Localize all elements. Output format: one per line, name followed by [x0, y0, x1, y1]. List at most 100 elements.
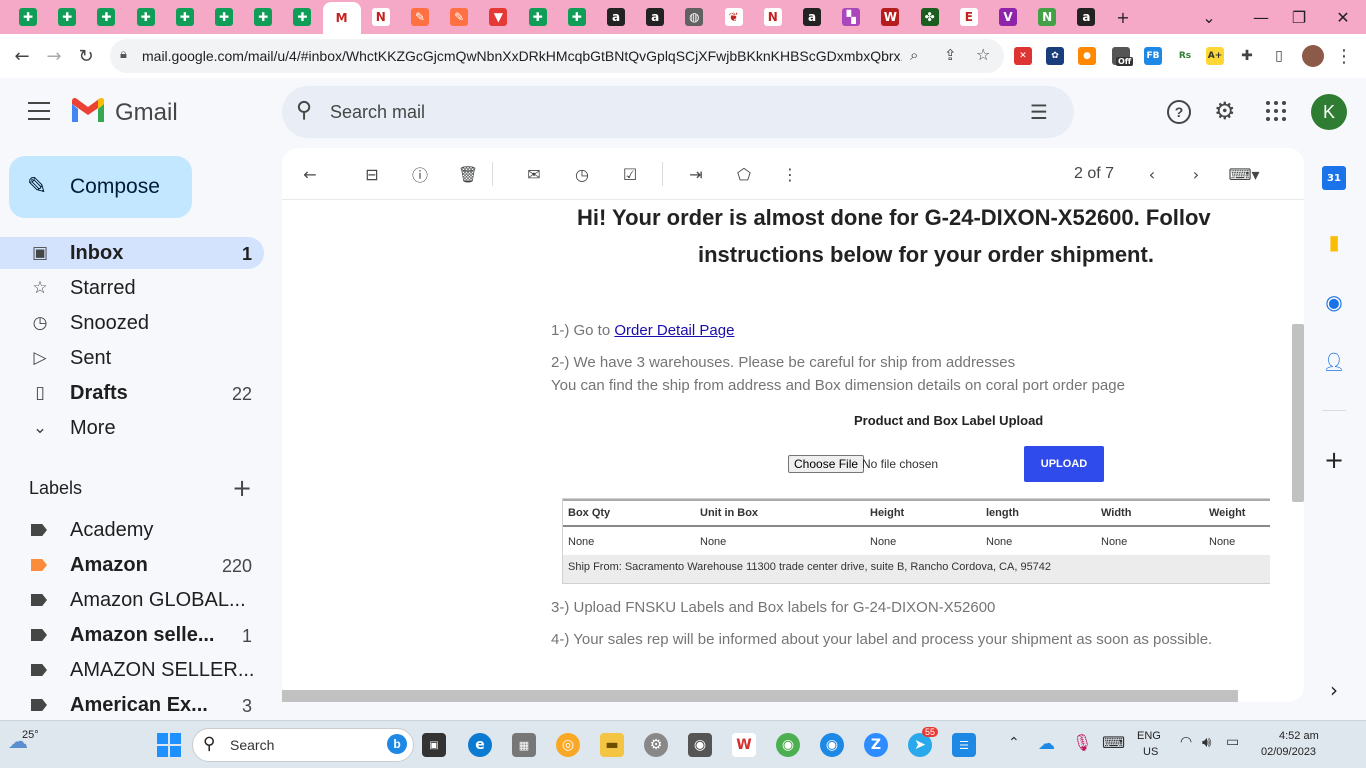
address-bar[interactable]: 🔒︎ mail.google.com/mail/u/4/#inbox/WhctK… [110, 39, 1004, 73]
browser-tab[interactable]: ✚ [519, 4, 557, 30]
browser-tab[interactable]: N [754, 4, 792, 30]
browser-tab[interactable]: ✚ [9, 4, 47, 30]
compose-button[interactable]: ✎ Compose [9, 156, 192, 218]
browser-tab[interactable]: ✚ [558, 4, 596, 30]
windows-start-icon[interactable] [157, 733, 181, 757]
app-icon[interactable]: ◎ [556, 733, 580, 757]
bookmark-star-icon[interactable]: ☆ [976, 45, 990, 64]
tab-search-chevron-icon[interactable]: ⌄ [1192, 4, 1226, 30]
browser-tab[interactable]: ▚ [832, 4, 870, 30]
reload-icon[interactable]: ↻ [74, 44, 98, 68]
extension-icon[interactable]: ✕ [1014, 47, 1032, 65]
nav-item-drafts[interactable]: ▯ Drafts 22 [0, 377, 264, 409]
battery-icon[interactable]: ▭ [1226, 734, 1239, 750]
browser-tab[interactable]: E [950, 4, 988, 30]
browser-tab[interactable]: a [636, 4, 674, 30]
browser-tab[interactable]: N [1028, 4, 1066, 30]
report-spam-icon[interactable]: ⓘ [408, 162, 432, 186]
search-bar[interactable]: ⚲ Search mail ☰ [282, 86, 1074, 138]
wps-office-icon[interactable]: W [732, 733, 756, 757]
browser-tab[interactable]: V [989, 4, 1027, 30]
label-item[interactable]: Amazon selle... 1 [0, 619, 264, 651]
nav-item-inbox[interactable]: ▣ Inbox 1 [0, 237, 264, 269]
google-calendar-icon[interactable]: 31 [1322, 166, 1346, 190]
share-icon[interactable]: ⇪ [944, 46, 957, 64]
extension-icon[interactable]: ● [1078, 47, 1096, 65]
label-tag-icon[interactable]: ⬠ [732, 162, 756, 186]
clock-time[interactable]: 4:52 am [1279, 730, 1319, 742]
extension-icon[interactable]: Rs [1176, 47, 1194, 65]
order-detail-link[interactable]: Order Detail Page [614, 322, 734, 339]
browser-tab[interactable]: ✚ [244, 4, 282, 30]
vertical-scrollbar[interactable] [1292, 324, 1304, 502]
browser-tab[interactable]: ◍ [675, 4, 713, 30]
minimize-icon[interactable]: — [1244, 4, 1278, 30]
account-avatar[interactable]: K [1311, 94, 1347, 130]
settings-gear-icon[interactable]: ⚙ [1214, 97, 1236, 125]
browser-tab[interactable]: W [871, 4, 909, 30]
url-text[interactable]: mail.google.com/mail/u/4/#inbox/WhctKKZG… [142, 48, 902, 64]
extension-icon[interactable]: Off [1112, 47, 1134, 66]
nav-item-snoozed[interactable]: ◷ Snoozed [0, 307, 264, 339]
browser-tab[interactable]: M [322, 2, 361, 34]
help-icon[interactable]: ? [1167, 100, 1191, 124]
apps-grid-icon[interactable] [1266, 101, 1286, 121]
back-to-inbox-icon[interactable]: ← [298, 162, 322, 186]
extensions-puzzle-icon[interactable]: ✚ [1238, 47, 1256, 65]
browser-tab[interactable]: ❦ [715, 4, 753, 30]
delete-trash-icon[interactable]: 🗑︎ [456, 162, 480, 186]
extension-icon[interactable]: ✿ [1046, 47, 1064, 65]
file-explorer-icon[interactable]: ▬ [600, 733, 624, 757]
bing-icon[interactable]: b [387, 734, 407, 754]
browser-tab[interactable]: a [597, 4, 635, 30]
main-menu-icon[interactable] [28, 102, 50, 120]
wifi-icon[interactable]: ◠ [1180, 734, 1192, 750]
microphone-icon[interactable]: 🎙︎ [1072, 733, 1092, 752]
chrome-profile-icon[interactable]: ◉ [820, 733, 844, 757]
profile-avatar[interactable] [1302, 45, 1324, 67]
browser-tab[interactable]: ✚ [166, 4, 204, 30]
chrome-icon[interactable]: ◉ [776, 733, 800, 757]
camera-icon[interactable]: ◉ [688, 733, 712, 757]
extension-icon[interactable]: A+ [1206, 47, 1224, 65]
label-item[interactable]: American Ex... 3 [0, 689, 264, 721]
hide-side-panel-icon[interactable]: › [1322, 678, 1346, 702]
search-icon[interactable]: ⚲ [296, 98, 312, 123]
browser-tab[interactable]: ✤ [911, 4, 949, 30]
back-icon[interactable]: ← [10, 44, 34, 68]
browser-tab[interactable]: a [793, 4, 831, 30]
browser-tab[interactable]: ✚ [205, 4, 243, 30]
newer-chevron-left-icon[interactable]: ‹ [1140, 162, 1164, 186]
add-task-icon[interactable]: ☑ [618, 162, 642, 186]
edge-browser-icon[interactable]: e [468, 733, 492, 757]
older-chevron-right-icon[interactable]: › [1184, 162, 1208, 186]
add-label-icon[interactable]: + [232, 474, 252, 502]
choose-file-button[interactable]: Choose File [788, 455, 865, 473]
extension-icon[interactable]: FB [1144, 47, 1162, 65]
new-tab-plus-icon[interactable]: + [1106, 4, 1140, 30]
language-line2[interactable]: US [1143, 746, 1158, 758]
search-input[interactable]: Search mail [330, 102, 425, 123]
more-options-icon[interactable]: ⋮ [778, 162, 802, 186]
nav-item-sent[interactable]: ▷ Sent [0, 342, 264, 374]
zoom-icon[interactable]: ⌕ [910, 46, 918, 64]
language-line1[interactable]: ENG [1137, 730, 1161, 742]
side-panel-icon[interactable]: ▯ [1270, 47, 1288, 65]
gmail-logo-icon[interactable] [70, 97, 106, 124]
forward-icon[interactable]: → [42, 44, 66, 68]
browser-tab[interactable]: a [1067, 4, 1105, 30]
browser-tab[interactable]: ✚ [127, 4, 165, 30]
calculator-icon[interactable]: ▦ [512, 733, 536, 757]
upload-button[interactable]: UPLOAD [1024, 446, 1104, 482]
onedrive-cloud-icon[interactable]: ☁ [1038, 734, 1055, 754]
snooze-clock-icon[interactable]: ◷ [570, 162, 594, 186]
archive-icon[interactable]: ⊟ [360, 162, 384, 186]
keyboard-icon[interactable]: ⌨ [1102, 733, 1125, 752]
google-contacts-icon[interactable]: 👤︎ [1322, 350, 1346, 374]
zoom-app-icon[interactable]: Z [864, 733, 888, 757]
browser-menu-icon[interactable]: ⋮ [1332, 44, 1356, 68]
browser-tab[interactable]: ✚ [87, 4, 125, 30]
task-view-icon[interactable]: ▣ [422, 733, 446, 757]
input-tools-keyboard-icon[interactable]: ⌨▾ [1226, 162, 1262, 186]
nav-item-more[interactable]: ⌄ More [0, 412, 264, 444]
